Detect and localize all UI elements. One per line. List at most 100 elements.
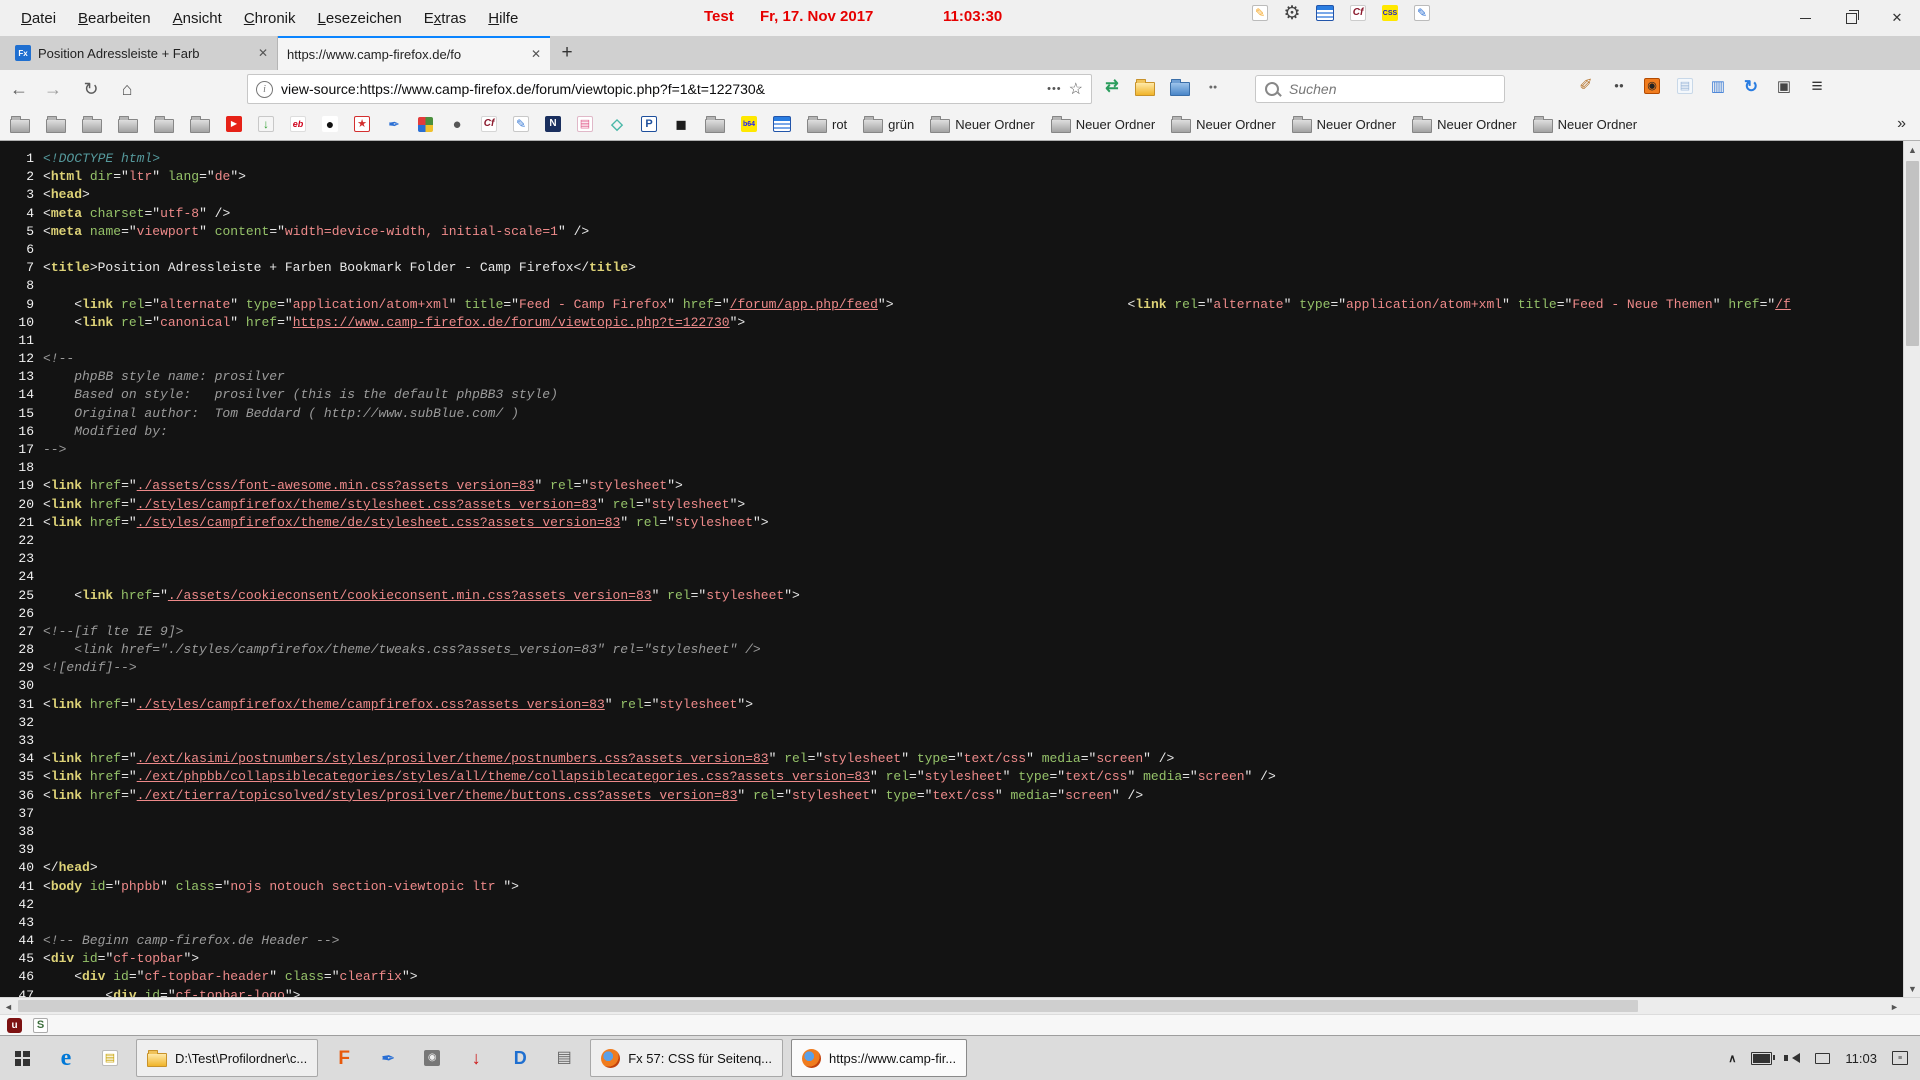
- minimize-button[interactable]: [1782, 0, 1828, 36]
- menu-item-bearbeiten[interactable]: Bearbeiten: [67, 10, 162, 27]
- vertical-scrollbar[interactable]: ▲ ▼: [1903, 141, 1920, 997]
- source-link[interactable]: ./ext/tierra/topicsolved/styles/prosilve…: [137, 788, 738, 803]
- source-link[interactable]: ./styles/campfirefox/theme/campfirefox.c…: [137, 697, 605, 712]
- scroll-down-icon[interactable]: ▼: [1904, 980, 1920, 997]
- notes-taskbar-icon[interactable]: ▤: [88, 1036, 132, 1080]
- bookmark-folder-neu[interactable]: [1292, 119, 1312, 133]
- menu-item-extras[interactable]: Extras: [413, 10, 478, 27]
- scroll-up-icon[interactable]: ▲: [1904, 141, 1920, 158]
- folder-blue-icon[interactable]: [1170, 82, 1190, 96]
- page-actions-icon[interactable]: •••: [1047, 83, 1062, 95]
- printer-app-icon[interactable]: ▤: [556, 1050, 572, 1066]
- source-link[interactable]: ./assets/cookieconsent/cookieconsent.min…: [168, 588, 652, 603]
- youtube-icon[interactable]: ▶: [226, 116, 242, 132]
- b64-badge-icon[interactable]: b64: [741, 116, 757, 132]
- new-tab-button[interactable]: +: [550, 36, 584, 70]
- close-button[interactable]: ✕: [1874, 0, 1920, 36]
- translate-icon[interactable]: ⇄: [1104, 79, 1120, 95]
- n-flag-icon[interactable]: N: [545, 116, 561, 132]
- action-center-icon[interactable]: ≡: [1892, 1051, 1908, 1065]
- reload-button[interactable]: ↻: [76, 75, 106, 103]
- bookmark-folder-rot[interactable]: [807, 119, 827, 133]
- ebay-icon[interactable]: eb: [290, 116, 306, 132]
- p-badge-icon[interactable]: P: [641, 116, 657, 132]
- start-button[interactable]: [0, 1036, 44, 1080]
- bookmark-folder-rot[interactable]: rot: [807, 115, 847, 133]
- campfirefox-logo-icon[interactable]: Cf: [481, 116, 497, 132]
- diamond-icon[interactable]: ◇: [609, 116, 625, 132]
- horizontal-scrollbar[interactable]: ◄ ►: [0, 997, 1920, 1014]
- firefox-f-icon-button[interactable]: F: [322, 1036, 366, 1080]
- search-bar[interactable]: [1255, 75, 1505, 103]
- github-icon[interactable]: ●: [322, 116, 338, 132]
- notes-icon[interactable]: ✎: [1252, 5, 1268, 21]
- bookmark-folder-neu[interactable]: Neuer Ordner: [1171, 115, 1275, 133]
- bookmark-folder[interactable]: [190, 115, 210, 133]
- bookmark-star-icon[interactable]: ☆: [1069, 79, 1083, 99]
- bookmark-folder-neu[interactable]: Neuer Ordner: [930, 115, 1034, 133]
- css-badge-icon[interactable]: CSS: [1382, 5, 1398, 21]
- news-badge-icon[interactable]: ▤: [577, 116, 593, 132]
- touch-keyboard-icon[interactable]: [1815, 1053, 1830, 1064]
- diamond-icon[interactable]: ◇: [609, 116, 625, 132]
- bookmark-folder-neu[interactable]: [1533, 119, 1553, 133]
- bookmark-folder[interactable]: [10, 115, 30, 133]
- ebay-icon[interactable]: eb: [290, 116, 306, 132]
- tab-position-adressleiste[interactable]: Fx Position Adressleiste + Farb ✕: [6, 36, 278, 70]
- paintbrush-icon[interactable]: ✐: [1578, 78, 1594, 94]
- bookmarks-overflow-chevron[interactable]: »: [1893, 115, 1910, 133]
- red-star-badge-icon[interactable]: ★: [354, 116, 370, 132]
- stylish-icon[interactable]: S: [33, 1018, 48, 1033]
- window-button-fx57[interactable]: Fx 57: CSS für Seitenq...: [590, 1039, 783, 1077]
- feather-app-icon-button[interactable]: ✒: [366, 1036, 410, 1080]
- source-link[interactable]: /forum/app.php/feed: [730, 297, 878, 312]
- red-star-badge-icon[interactable]: ★: [354, 116, 370, 132]
- feather-icon[interactable]: ✒: [386, 116, 402, 132]
- color-grid-icon[interactable]: [418, 117, 433, 132]
- source-link[interactable]: ./ext/phpbb/collapsiblecategories/styles…: [137, 769, 870, 784]
- explorer-window-button[interactable]: D:\Test\Profilordner\c...: [136, 1039, 318, 1077]
- d-app-icon[interactable]: D: [512, 1050, 528, 1066]
- download-icon[interactable]: ↓: [258, 116, 274, 132]
- forward-button[interactable]: →: [38, 75, 68, 103]
- tab-camp-firefox-source[interactable]: https://www.camp-firefox.de/fo ✕: [278, 36, 550, 70]
- document-icon[interactable]: ▥: [1710, 78, 1726, 94]
- source-link[interactable]: https://www.camp-firefox.de/forum/viewto…: [293, 315, 730, 330]
- blue-panels-icon[interactable]: [773, 116, 791, 132]
- puzzle-icon[interactable]: ◼: [673, 116, 689, 132]
- bookmark-folder-neu[interactable]: Neuer Ordner: [1533, 115, 1637, 133]
- scroll-right-icon[interactable]: ►: [1886, 998, 1903, 1015]
- menu-item-datei[interactable]: Datei: [10, 10, 67, 27]
- source-link[interactable]: ./ext/kasimi/postnumbers/styles/prosilve…: [137, 751, 769, 766]
- bookmark-folder-neu[interactable]: [1412, 119, 1432, 133]
- feather-icon[interactable]: ✒: [386, 116, 402, 132]
- menu-hamburger-icon[interactable]: ≡: [1809, 78, 1825, 94]
- sync-swirl-icon[interactable]: ↻: [1743, 78, 1759, 94]
- printer-app-icon-button[interactable]: ▤: [542, 1036, 586, 1080]
- blue-panels-icon[interactable]: [773, 116, 791, 132]
- bookmark-folder-neu[interactable]: [1051, 119, 1071, 133]
- scroll-left-icon[interactable]: ◄: [0, 998, 17, 1015]
- bookmark-folder[interactable]: [46, 115, 66, 133]
- bookmark-folder[interactable]: [154, 119, 174, 133]
- menu-item-lesezeichen[interactable]: Lesezeichen: [307, 10, 413, 27]
- userscript-icon[interactable]: ✎: [1414, 5, 1430, 21]
- bookmark-folder[interactable]: [118, 119, 138, 133]
- bookmark-folder[interactable]: [154, 115, 174, 133]
- bookmark-folder[interactable]: [705, 115, 725, 133]
- ublock-icon[interactable]: u: [7, 1018, 22, 1033]
- red-download-app-icon[interactable]: ↓: [468, 1050, 484, 1066]
- folder-open-yellow-icon[interactable]: [1135, 82, 1155, 96]
- page-icon[interactable]: ▤: [1677, 78, 1693, 94]
- bookmark-folder[interactable]: [46, 119, 66, 133]
- bookmark-folder[interactable]: [10, 119, 30, 133]
- edge-taskbar-icon[interactable]: e: [44, 1036, 88, 1080]
- camera-app-icon[interactable]: ◉: [424, 1050, 440, 1066]
- news-badge-icon[interactable]: ▤: [577, 116, 593, 132]
- url-bar[interactable]: i view-source:https://www.camp-firefox.d…: [247, 74, 1092, 104]
- home-button[interactable]: ⌂: [112, 75, 142, 103]
- tray-chevron-icon[interactable]: ∧: [1728, 1052, 1736, 1065]
- source-link[interactable]: ./styles/campfirefox/theme/stylesheet.cs…: [137, 497, 597, 512]
- menu-item-hilfe[interactable]: Hilfe: [477, 10, 529, 27]
- speaker-icon[interactable]: [1787, 1053, 1800, 1063]
